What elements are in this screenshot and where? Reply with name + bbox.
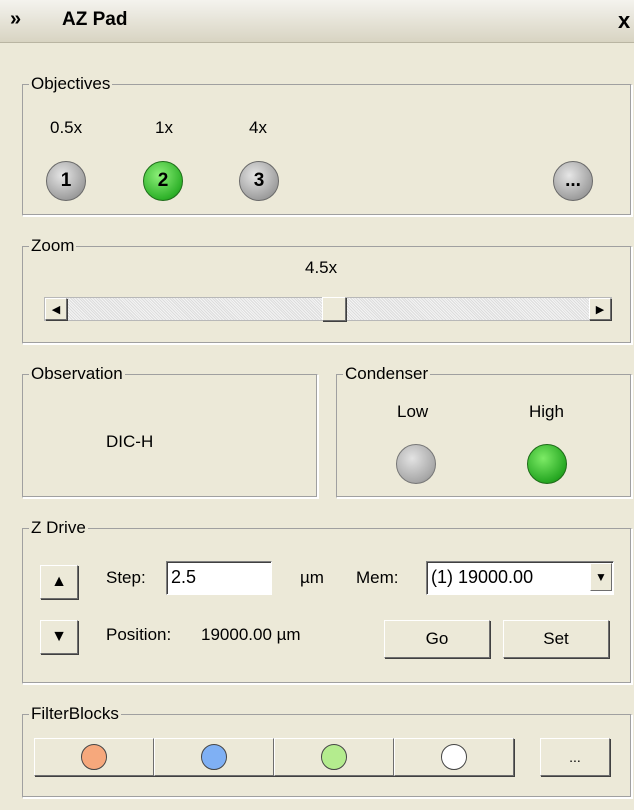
condenser-high-label: High (529, 402, 564, 421)
slider-right-arrow-icon[interactable]: ▶ (589, 298, 611, 320)
mem-dropdown[interactable]: (1) 19000.00 ▼ (426, 561, 614, 595)
filter-color-dot (441, 744, 467, 770)
filter-color-dot (201, 744, 227, 770)
collapse-icon[interactable]: » (10, 8, 21, 31)
filter-color-dot (81, 744, 107, 770)
observation-value: DIC-H (106, 432, 154, 451)
filter-color-dot (321, 744, 347, 770)
condenser-low-indicator[interactable] (396, 444, 436, 484)
position-value: 19000.00 µm (201, 625, 301, 644)
zoom-group: Zoom (22, 236, 632, 344)
condenser-low-label: Low (397, 402, 429, 421)
filter-more-button[interactable]: ... (540, 738, 610, 776)
zdrive-legend: Z Drive (31, 518, 86, 537)
title-bar: » AZ Pad x (0, 0, 634, 43)
objective-button-2[interactable]: 2 (143, 161, 183, 201)
objectives-legend: Objectives (31, 74, 111, 93)
filter-block-button-4[interactable] (394, 738, 514, 776)
slider-left-arrow-icon[interactable]: ◀ (45, 298, 67, 320)
step-unit: µm (300, 568, 324, 587)
zoom-value: 4.5x (305, 258, 338, 277)
objective-mag-1: 0.5x (50, 118, 83, 137)
objective-mag-2: 1x (155, 118, 173, 137)
filter-block-button-1[interactable] (34, 738, 154, 776)
condenser-high-indicator[interactable] (527, 444, 567, 484)
set-button[interactable]: Set (503, 620, 609, 658)
filter-block-button-2[interactable] (154, 738, 274, 776)
zoom-slider-thumb[interactable] (322, 297, 346, 321)
objective-button-1[interactable]: 1 (46, 161, 86, 201)
position-label: Position: (106, 625, 172, 644)
z-down-button[interactable]: ▼ (40, 620, 78, 654)
triangle-down-icon: ▼ (51, 628, 67, 645)
objectives-group: Objectives (22, 74, 632, 216)
condenser-group: Condenser (336, 364, 632, 498)
mem-value: (1) 19000.00 (431, 567, 534, 587)
go-button[interactable]: Go (384, 620, 490, 658)
mem-label: Mem: (356, 568, 399, 587)
window-title: AZ Pad (62, 9, 128, 30)
filter-block-button-3[interactable] (274, 738, 394, 776)
objective-button-3[interactable]: 3 (239, 161, 279, 201)
condenser-legend: Condenser (345, 364, 429, 383)
zdrive-group: Z Drive (22, 518, 632, 684)
zoom-slider[interactable]: ◀ ▶ (44, 297, 612, 321)
step-label: Step: (106, 568, 146, 587)
dropdown-arrow-icon[interactable]: ▼ (590, 563, 612, 591)
zoom-legend: Zoom (31, 236, 75, 255)
objective-mag-3: 4x (249, 118, 267, 137)
observation-legend: Observation (31, 364, 123, 383)
observation-group: Observation (22, 364, 318, 498)
objective-more-button[interactable]: ... (553, 161, 593, 201)
close-icon[interactable]: x (618, 8, 630, 34)
step-input[interactable]: 2.5 (166, 561, 272, 595)
z-up-button[interactable]: ▲ (40, 565, 78, 599)
filterblocks-legend: FilterBlocks (31, 704, 119, 723)
triangle-up-icon: ▲ (51, 573, 67, 590)
